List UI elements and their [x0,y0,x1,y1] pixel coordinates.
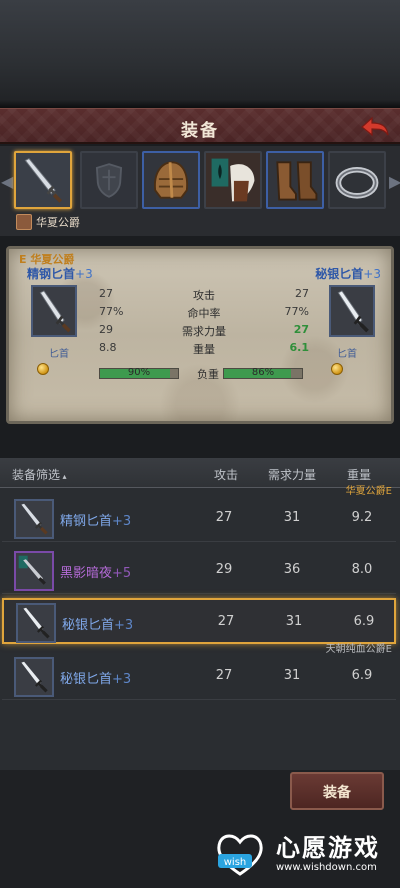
slot-helmet[interactable] [142,151,200,209]
item-name: 秘银匕首+3 [62,614,133,633]
boots-icon [268,153,322,207]
slot-weapon[interactable] [14,151,72,209]
item-weight: 6.9 [351,668,373,683]
wish-logo-icon: wish [217,834,263,876]
current-item-plus: +3 [75,267,93,281]
item-attack: 27 [217,614,235,629]
slot-boots[interactable] [266,151,324,209]
stat-right-value: 6.1 [289,341,310,354]
item-strength: 36 [283,562,301,577]
dagger-icon [16,153,70,207]
stat-right-value: 27 [295,287,309,300]
back-arrow-icon[interactable] [360,115,390,139]
item-name-text: 秘银匕首 [62,618,115,633]
item-weight: 9.2 [351,510,373,525]
item-strength: 31 [283,510,301,525]
slot-armor[interactable] [204,151,262,209]
load-bar-compare: 86% [223,367,303,379]
owner-name: 华夏公爵 [36,216,80,229]
load-row: 90% 负重 86% [35,367,365,381]
item-plus: +3 [112,672,132,687]
list-item-selected[interactable]: 秘银匕首+3 27 31 6.9 [2,598,396,644]
owner-tag-label: 天朝纯血公爵E [325,644,392,655]
banner-icon [206,153,260,207]
column-attack[interactable]: 攻击 [214,466,238,483]
ring-icon [330,153,384,207]
stat-label: 命中率 [187,307,221,320]
current-item-icon [31,285,77,337]
equipment-list: 装备筛选 攻击 需求力量 重量 华夏公爵E 精钢匕首+3 27 31 9.2 黑… [0,458,400,770]
list-header: 装备筛选 攻击 需求力量 重量 [0,458,400,488]
stat-label: 重量 [193,343,215,356]
item-name: 秘银匕首+3 [60,668,131,687]
watermark-url: www.wishdown.com [276,862,377,873]
item-strength: 31 [283,668,301,683]
stat-right-value: 77% [284,305,309,318]
load-percent: 86% [251,367,275,378]
dagger-icon [14,551,54,591]
item-attack: 29 [215,562,233,577]
current-item-type: 匕首 [49,349,69,360]
helmet-icon [144,153,198,207]
column-strength[interactable]: 需求力量 [268,466,316,483]
item-name-text: 黑影暗夜 [60,566,113,581]
stat-row-hit-rate: 77% 命中率 77% [99,305,309,321]
item-name: 黑影暗夜+5 [60,562,131,581]
page-title: 装备 [181,121,219,141]
filter-button[interactable]: 装备筛选 [12,466,67,483]
item-weight: 8.0 [351,562,373,577]
item-attack: 27 [215,510,233,525]
item-attack: 27 [215,668,233,683]
shield-icon [82,153,136,207]
current-item-name: 精钢匕首+3 [27,265,93,282]
compare-item-name: 秘银匕首+3 [315,265,381,282]
compare-item-plus: +3 [363,267,381,281]
avatar [16,214,32,230]
dagger-icon [39,290,71,333]
item-name: 精钢匕首+3 [60,510,131,529]
comparison-panel: E 华夏公爵 精钢匕首+3 秘银匕首+3 匕首 匕首 27 攻击 27 77% … [6,246,394,424]
load-bar-current: 90% [99,367,179,379]
compare-item-icon [329,285,375,337]
dagger-icon [337,290,369,333]
item-strength: 31 [285,614,303,629]
item-plus: +5 [112,566,132,581]
stat-row-strength: 29 需求力量 27 [99,323,309,339]
equipment-slots: ◀ ▶ 华夏公爵 [0,146,400,236]
list-item[interactable]: 华夏公爵E 精钢匕首+3 27 31 9.2 [2,486,396,542]
item-name-text: 秘银匕首 [60,672,113,687]
equip-button[interactable]: 装备 [290,772,384,810]
list-item[interactable]: 黑影暗夜+5 29 36 8.0 [2,548,396,594]
watermark: wish 心愿游戏 www.wishdown.com [212,826,398,882]
dagger-icon [14,657,54,697]
item-plus: +3 [114,618,134,633]
slot-ring[interactable] [328,151,386,209]
compare-item-type: 匕首 [337,349,357,360]
owner-tag-label: 华夏公爵E [345,486,392,497]
stat-label: 需求力量 [182,325,226,338]
chevron-left-icon[interactable]: ◀ [1,172,13,194]
owner-tag: 华夏公爵 [16,213,80,231]
slot-offhand[interactable] [80,151,138,209]
stat-row-weight: 8.8 重量 6.1 [99,341,309,357]
stat-right-value: 27 [293,323,309,336]
list-item[interactable]: 天朝纯血公爵E 秘银匕首+3 27 31 6.9 [2,644,396,700]
title-bar: 装备 [0,108,400,144]
item-weight: 6.9 [353,614,375,629]
stat-row-attack: 27 攻击 27 [99,287,309,303]
svg-text:wish: wish [224,857,247,868]
load-percent: 90% [127,367,151,378]
item-name-text: 精钢匕首 [60,514,113,529]
chevron-right-icon[interactable]: ▶ [389,172,400,194]
compare-item-name-text: 秘银匕首 [315,267,364,281]
dagger-icon [14,499,54,539]
watermark-title: 心愿游戏 [276,834,380,862]
load-label: 负重 [197,368,219,381]
dagger-icon [16,603,56,643]
stat-label: 攻击 [193,289,215,302]
top-background [0,0,400,108]
current-item-name-text: 精钢匕首 [27,267,76,281]
item-plus: +3 [112,514,132,529]
column-weight[interactable]: 重量 [347,466,371,483]
